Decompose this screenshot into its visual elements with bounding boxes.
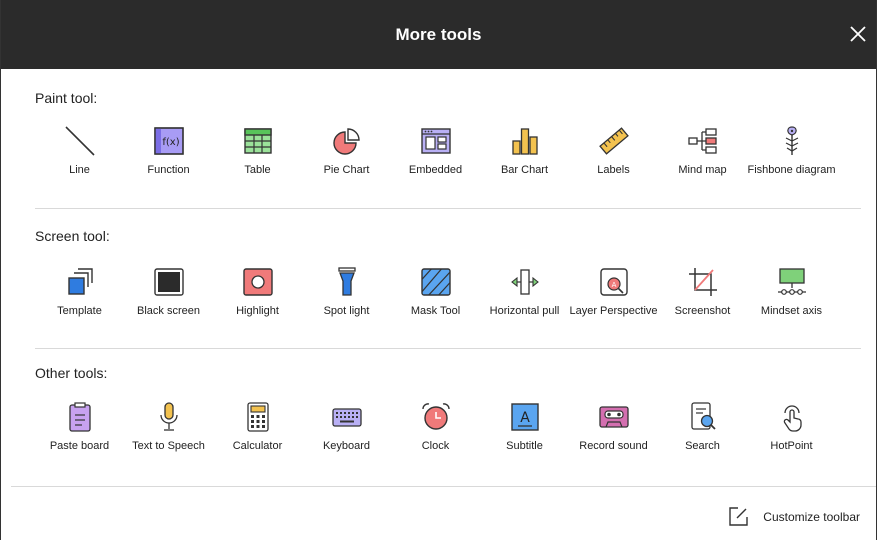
tool-layer-perspective[interactable]: A Layer Perspective [569,266,658,318]
tool-highlight[interactable]: Highlight [213,266,302,318]
tool-label: Keyboard [322,440,371,452]
screenshot-icon [688,268,717,296]
svg-text:A: A [611,281,616,289]
tool-label: Table [244,164,271,176]
tool-black-screen[interactable]: Black screen [124,266,213,318]
embedded-icon [420,128,451,154]
tool-label: Mindset axis [760,305,823,317]
tool-line[interactable]: Line [35,125,124,177]
tool-label: Highlight [236,305,279,317]
mask-icon [420,268,451,296]
tool-calculator[interactable]: Calculator [213,401,302,453]
horizontal-pull-icon [510,269,539,295]
search-document-icon [690,402,716,430]
tool-label: Layer Perspective [569,305,658,317]
tool-label: Pie Chart [323,164,370,176]
tool-label: Fishbone diagram [747,164,836,176]
tool-label: Function [147,164,190,176]
tool-hotpoint[interactable]: HotPoint [747,401,836,453]
touch-icon [783,405,802,432]
tool-labels[interactable]: Labels [569,125,658,177]
calculator-icon [246,402,269,432]
fishbone-icon [785,126,798,155]
tool-label: Record sound [579,440,648,452]
tool-label: Clock [421,440,450,452]
tool-label: Black screen [137,305,200,317]
template-icon [67,268,93,295]
alarm-clock-icon [421,403,450,430]
tool-embedded[interactable]: Embedded [391,125,480,177]
tool-label: Mask Tool [410,305,461,317]
tool-label: Subtitle [506,440,543,452]
mindset-axis-icon [777,268,806,295]
spotlight-icon [337,267,356,296]
line-icon [64,126,95,156]
tool-subtitle[interactable]: A Subtitle [480,401,569,453]
tool-mindset-axis[interactable]: Mindset axis [747,266,836,318]
tool-template[interactable]: Template [35,266,124,318]
black-screen-icon [153,268,184,296]
svg-text:f(x): f(x) [162,137,179,148]
tool-mask[interactable]: Mask Tool [391,266,480,318]
table-icon [243,128,272,154]
cassette-icon [598,406,629,428]
pie-chart-icon [332,128,360,155]
tool-spot-light[interactable]: Spot light [302,266,391,318]
tool-label: Mind map [678,164,727,176]
tool-clock[interactable]: Clock [391,401,480,453]
tool-label: Labels [597,164,630,176]
tool-horizontal-pull[interactable]: Horizontal pull [480,266,569,318]
customize-toolbar-button[interactable]: Customize toolbar [727,505,860,529]
tool-pie-chart[interactable]: Pie Chart [302,125,391,177]
tool-paste-board[interactable]: Paste board [35,401,124,453]
tool-label: Line [69,164,90,176]
tool-search[interactable]: Search [658,401,747,453]
highlight-icon [242,268,273,296]
footer-divider [11,486,876,487]
close-icon[interactable] [848,24,868,44]
tool-label: Calculator [232,440,283,452]
tool-record-sound[interactable]: Record sound [569,401,658,453]
tool-label: Search [685,440,720,452]
tool-text-to-speech[interactable]: Text to Speech [124,401,213,453]
section-label-paint: Paint tool: [35,90,98,106]
tool-function[interactable]: f(x) Function [124,125,213,177]
tool-label: Horizontal pull [489,305,560,317]
tool-table[interactable]: Table [213,125,302,177]
tool-bar-chart[interactable]: Bar Chart [480,125,569,177]
svg-text:A: A [520,410,530,426]
section-divider [35,348,861,349]
layer-perspective-icon: A [599,268,628,296]
tool-label: Paste board [49,440,110,452]
tool-label: Bar Chart [500,164,549,176]
section-label-other: Other tools: [35,365,108,381]
section-label-screen: Screen tool: [35,228,110,244]
subtitle-icon: A [510,403,539,431]
dialog-title: More tools [395,25,482,44]
mind-map-icon [687,128,717,154]
edit-icon [729,507,748,526]
section-divider [35,208,861,209]
tool-label: Text to Speech [132,440,205,452]
tool-screenshot[interactable]: Screenshot [658,266,747,318]
tool-label: Embedded [408,164,463,176]
tool-keyboard[interactable]: Keyboard [302,401,391,453]
dialog-header: More tools [1,0,876,69]
tool-mind-map[interactable]: Mind map [658,125,747,177]
tool-label: HotPoint [770,440,813,452]
microphone-icon [159,402,178,431]
tool-fishbone[interactable]: Fishbone diagram [747,125,836,177]
customize-toolbar-label: Customize toolbar [763,510,860,524]
tool-label: Spot light [323,305,370,317]
function-icon: f(x) [153,127,184,155]
tool-label: Template [57,305,102,317]
keyboard-icon [331,408,362,427]
bar-chart-icon [511,128,538,155]
more-tools-dialog: More tools Paint tool: Line f(x) Functio… [0,0,877,540]
clipboard-icon [68,402,91,432]
ruler-icon [598,127,629,155]
tool-label: Screenshot [674,305,731,317]
